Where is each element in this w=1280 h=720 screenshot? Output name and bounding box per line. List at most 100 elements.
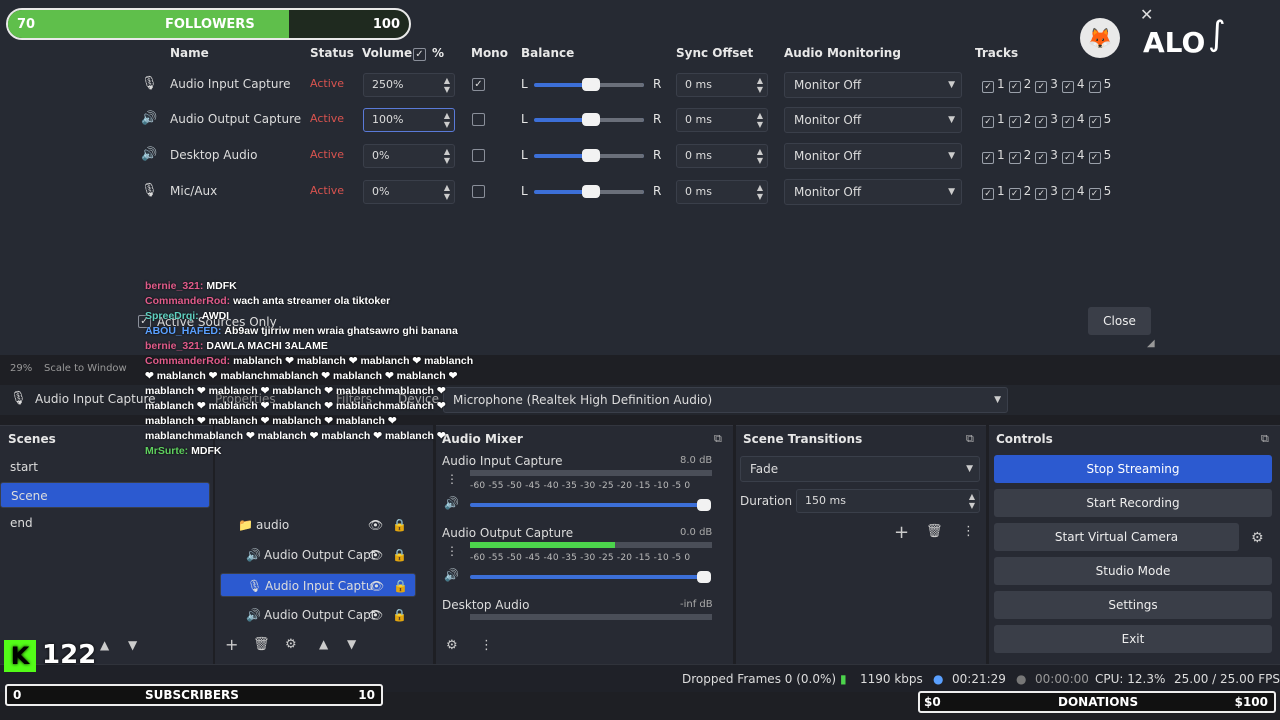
scene-move-up-icon[interactable]: ▲: [100, 638, 109, 652]
scene-item[interactable]: Scene: [0, 482, 210, 508]
mixer-settings-icon[interactable]: ⚙: [446, 638, 458, 653]
spin-arrows-icon[interactable]: ▲ ▼: [757, 183, 763, 201]
start-recording-button[interactable]: Start Recording: [994, 489, 1272, 517]
volume-slider[interactable]: [470, 571, 711, 583]
monitoring-select[interactable]: Monitor Off ▼: [784, 107, 962, 133]
spin-arrows-icon[interactable]: ▲ ▼: [969, 492, 975, 510]
lock-icon[interactable]: 🔒: [393, 574, 408, 598]
close-button[interactable]: Close: [1088, 307, 1151, 335]
track-checkbox[interactable]: ✓: [1088, 81, 1101, 93]
track-checkbox[interactable]: ✓: [1008, 81, 1021, 93]
spin-arrows-icon[interactable]: ▲ ▼: [757, 111, 763, 129]
exit-button[interactable]: Exit: [994, 625, 1272, 653]
source-settings-icon[interactable]: ⚙: [285, 637, 297, 652]
lock-icon[interactable]: 🔒: [392, 543, 407, 567]
track-checkbox[interactable]: ✓: [1035, 152, 1048, 164]
source-move-up-icon[interactable]: ▲: [319, 637, 328, 651]
remove-source-icon[interactable]: 🗑: [253, 637, 270, 652]
volume-slider[interactable]: [470, 499, 711, 511]
mono-checkbox[interactable]: [472, 185, 485, 198]
channel-menu-icon[interactable]: ⋮: [446, 472, 458, 486]
scene-move-down-icon[interactable]: ▼: [128, 638, 137, 652]
transition-select[interactable]: Fade ▼: [740, 456, 980, 482]
settings-button[interactable]: Settings: [994, 591, 1272, 619]
mono-checkbox[interactable]: [472, 113, 485, 126]
track-checkbox[interactable]: ✓: [1088, 116, 1101, 128]
monitoring-select[interactable]: Monitor Off ▼: [784, 72, 962, 98]
channel-menu-icon[interactable]: ⋮: [446, 544, 458, 558]
duration-input[interactable]: 150 ms ▲ ▼: [796, 489, 980, 513]
track-checkbox[interactable]: ✓: [982, 116, 994, 128]
track-checkbox[interactable]: ✓: [982, 81, 994, 93]
eye-icon[interactable]: 👁: [369, 574, 384, 598]
lock-icon[interactable]: 🔒: [392, 603, 407, 627]
eye-icon[interactable]: 👁: [368, 543, 383, 567]
slider-handle[interactable]: [582, 113, 600, 126]
source-item[interactable]: 🔊 Audio Output Capt 👁 🔒: [220, 603, 416, 627]
volume-input[interactable]: 250% ▲ ▼: [363, 73, 455, 97]
dock-icon[interactable]: ⧉: [1261, 432, 1269, 446]
sync-offset-input[interactable]: 0 ms ▲ ▼: [676, 73, 768, 97]
sync-offset-input[interactable]: 0 ms ▲ ▼: [676, 180, 768, 204]
track-checkbox[interactable]: ✓: [1008, 152, 1021, 164]
balance-slider[interactable]: [534, 113, 644, 126]
monitoring-select[interactable]: Monitor Off ▼: [784, 179, 962, 205]
eye-icon[interactable]: 👁: [368, 513, 383, 537]
volume-input[interactable]: 100% ▲ ▼: [363, 108, 455, 132]
add-source-icon[interactable]: +: [225, 635, 238, 654]
slider-handle[interactable]: [697, 499, 711, 511]
transition-menu-icon[interactable]: ⋮: [962, 524, 975, 539]
mono-checkbox[interactable]: [472, 149, 485, 162]
track-checkbox[interactable]: ✓: [1035, 116, 1048, 128]
track-checkbox[interactable]: ✓: [1061, 152, 1074, 164]
studio-mode-button[interactable]: Studio Mode: [994, 557, 1272, 585]
eye-icon[interactable]: 👁: [368, 603, 383, 627]
track-checkbox[interactable]: ✓: [1088, 188, 1101, 200]
spin-arrows-icon[interactable]: ▲ ▼: [444, 147, 450, 165]
dock-icon[interactable]: ⧉: [714, 432, 722, 446]
track-checkbox[interactable]: ✓: [982, 188, 994, 200]
track-checkbox[interactable]: ✓: [1061, 188, 1074, 200]
mixer-menu-icon[interactable]: ⋮: [480, 638, 493, 653]
spin-arrows-icon[interactable]: ▲ ▼: [444, 111, 450, 129]
volume-input[interactable]: 0% ▲ ▼: [363, 144, 455, 168]
track-checkbox[interactable]: ✓: [1008, 188, 1021, 200]
spin-arrows-icon[interactable]: ▲ ▼: [444, 183, 450, 201]
mono-checkbox[interactable]: ✓: [472, 78, 485, 91]
slider-handle[interactable]: [582, 149, 600, 162]
track-checkbox[interactable]: ✓: [1035, 81, 1048, 93]
track-checkbox[interactable]: ✓: [1061, 81, 1074, 93]
source-move-down-icon[interactable]: ▼: [347, 637, 356, 651]
scene-item[interactable]: end: [0, 510, 210, 536]
balance-slider[interactable]: [534, 185, 644, 198]
dock-icon[interactable]: ⧉: [966, 432, 974, 446]
slider-handle[interactable]: [697, 571, 711, 583]
track-checkbox[interactable]: ✓: [1035, 188, 1048, 200]
stop-streaming-button[interactable]: Stop Streaming: [994, 455, 1272, 483]
balance-slider[interactable]: [534, 78, 644, 91]
virtual-camera-settings-icon[interactable]: ⚙: [1251, 530, 1264, 546]
track-checkbox[interactable]: ✓: [1061, 116, 1074, 128]
source-item[interactable]: 🔊 Audio Output Capt 👁 🔒: [220, 543, 416, 567]
spin-arrows-icon[interactable]: ▲ ▼: [757, 76, 763, 94]
percent-checkbox[interactable]: ✓: [413, 48, 426, 61]
speaker-icon[interactable]: 🔊: [444, 568, 459, 582]
track-checkbox[interactable]: ✓: [1008, 116, 1021, 128]
remove-transition-icon[interactable]: 🗑: [926, 524, 943, 539]
source-item[interactable]: 🎙 Audio Input Captu 👁 🔒: [220, 573, 416, 597]
monitoring-select[interactable]: Monitor Off ▼: [784, 143, 962, 169]
slider-handle[interactable]: [582, 78, 600, 91]
track-checkbox[interactable]: ✓: [1088, 152, 1101, 164]
slider-handle[interactable]: [582, 185, 600, 198]
sync-offset-input[interactable]: 0 ms ▲ ▼: [676, 144, 768, 168]
lock-icon[interactable]: 🔒: [392, 513, 407, 537]
volume-input[interactable]: 0% ▲ ▼: [363, 180, 455, 204]
sync-offset-input[interactable]: 0 ms ▲ ▼: [676, 108, 768, 132]
add-transition-icon[interactable]: +: [894, 522, 909, 543]
source-item[interactable]: 📁 audio 👁 🔒: [220, 513, 416, 537]
balance-slider[interactable]: [534, 149, 644, 162]
start-virtual-camera-button[interactable]: Start Virtual Camera: [994, 523, 1239, 551]
spin-arrows-icon[interactable]: ▲ ▼: [444, 76, 450, 94]
track-checkbox[interactable]: ✓: [982, 152, 994, 164]
device-select[interactable]: Microphone (Realtek High Definition Audi…: [443, 387, 1008, 413]
